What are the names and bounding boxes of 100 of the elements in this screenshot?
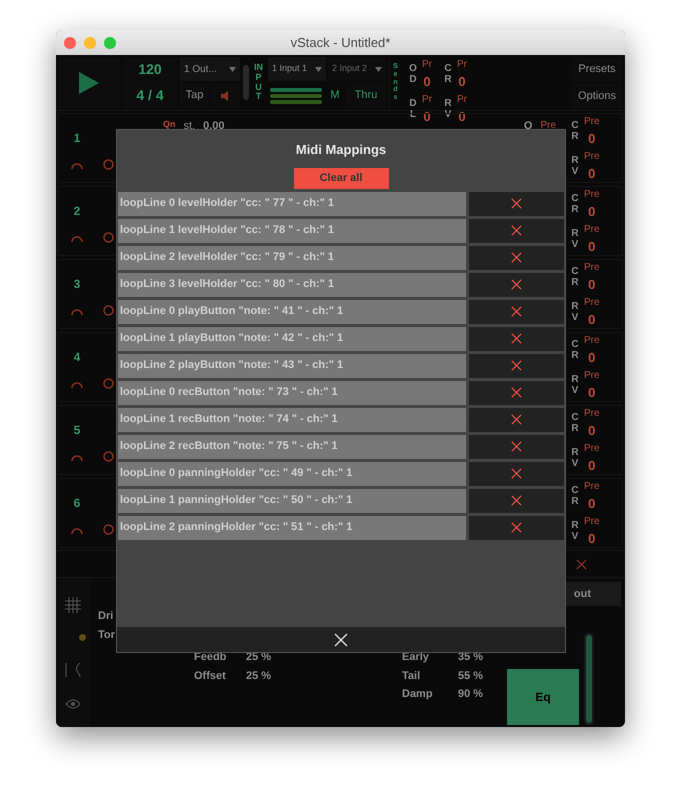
close-window-button[interactable] [64, 36, 76, 48]
x-icon [511, 441, 522, 452]
mapping-cell: loopLine 0 recButton "note: " 73 " - ch:" 1 [118, 380, 466, 404]
pre-label: Pre [540, 119, 556, 133]
close-icon [334, 632, 348, 646]
mapping-cell: loopLine 3 levelHolder "cc: " 80 " - ch:" 1 [118, 272, 466, 296]
delete-button[interactable] [469, 272, 564, 296]
pre-label: Pre [584, 296, 600, 310]
arc-icon [70, 307, 84, 316]
minimize-window-button[interactable] [84, 36, 96, 48]
pre-label: Pre [584, 261, 600, 275]
x-icon [511, 306, 522, 317]
output-label: O [524, 119, 532, 134]
send-value: 0 [588, 130, 596, 148]
delete-button[interactable] [469, 434, 564, 458]
pre-label: Pre [584, 188, 600, 202]
track-number: 4 [72, 348, 82, 366]
pre-label: Pr [457, 58, 467, 72]
delete-button[interactable] [469, 218, 564, 242]
mapping-cell: loopLine 2 recButton "note: " 75 " - ch:" 1 [118, 434, 466, 458]
send-value: 0 [423, 73, 431, 91]
send-label: OD [408, 63, 418, 86]
zoom-window-button[interactable] [104, 36, 116, 48]
caret-icon [375, 66, 382, 72]
clear-all-button[interactable]: Clear all [294, 168, 388, 188]
send-value: 0 [588, 495, 596, 513]
circle-icon [102, 524, 114, 535]
x-icon [511, 468, 522, 479]
pre-label: Pre [584, 334, 600, 348]
eq-button[interactable]: Eq [507, 669, 579, 725]
send-label: CR [443, 63, 453, 86]
track-number: 5 [72, 422, 82, 438]
tempo-value[interactable]: 120 [138, 59, 162, 80]
grid-icon[interactable] [64, 596, 82, 614]
send-value: 0 [588, 456, 596, 474]
arc-icon [70, 380, 84, 389]
mapping-cell: loopLine 1 recButton "note: " 74 " - ch:" 1 [118, 408, 466, 432]
eye-icon[interactable] [65, 699, 81, 709]
send-label: CR [570, 266, 580, 288]
send-label: RV [570, 520, 580, 542]
send-value: 0 [588, 310, 596, 328]
path-icon[interactable] [64, 661, 82, 679]
arc-icon [70, 161, 84, 170]
delete-button[interactable] [469, 462, 564, 486]
arc-icon [70, 234, 84, 243]
param-value[interactable]: 55 % [458, 668, 484, 684]
pre-label: Pre [584, 407, 600, 421]
arc-icon [70, 526, 84, 535]
mapping-cell: loopLine 1 levelHolder "cc: " 78 " - ch:" 1 [118, 218, 466, 242]
delete-button[interactable] [469, 192, 564, 216]
delete-button[interactable] [469, 300, 564, 324]
delete-button[interactable] [469, 354, 564, 378]
window-title: vStack - Untitled* [290, 34, 392, 52]
x-icon [511, 225, 522, 236]
circle-icon [102, 159, 114, 170]
pre-label: Pr [422, 58, 432, 72]
time-signature[interactable]: 4 / 4 [136, 84, 164, 106]
delete-button[interactable] [469, 326, 564, 350]
mapping-cell: loopLine 2 levelHolder "cc: " 79 " - ch:" 1 [118, 246, 466, 270]
x-icon [511, 522, 522, 533]
track-number: 2 [72, 202, 82, 220]
quantize-label[interactable]: Qn [163, 118, 176, 132]
caret-icon [315, 66, 322, 72]
x-icon [511, 279, 522, 290]
delete-button[interactable] [469, 380, 564, 404]
param-label: Tail [402, 668, 422, 684]
delete-button[interactable] [469, 246, 564, 270]
param-value[interactable]: 90 % [458, 686, 484, 702]
track-number: 3 [72, 276, 82, 292]
send-label: CR [570, 193, 580, 216]
x-icon [511, 495, 522, 506]
track-number: 6 [72, 494, 82, 512]
delete-button[interactable] [469, 408, 564, 432]
pre-label: Pre [584, 514, 600, 528]
send-value: 0 [588, 384, 596, 402]
send-value: 0 [588, 276, 596, 294]
clear-icon [576, 558, 587, 570]
dialog-title: Midi Mappings [294, 141, 388, 159]
monitor-button[interactable]: M [326, 83, 344, 108]
delete-button[interactable] [469, 488, 564, 512]
output-dropdown[interactable]: 1 Out... [180, 57, 240, 81]
mapping-cell: loopLine 2 panningHolder "cc: " 51 " - ch:" 1 [118, 516, 466, 540]
input-label: INPUT [254, 62, 263, 102]
send-label: CR [570, 339, 580, 362]
param-label: Damp [402, 687, 434, 702]
pre-label: Pr [422, 92, 432, 106]
circle-icon [102, 378, 114, 389]
circle-icon [102, 232, 114, 243]
send-label: CR [570, 485, 580, 508]
x-icon [511, 360, 522, 371]
send-label: RV [570, 300, 580, 323]
input-dropdown[interactable]: 1 Input 1 [268, 57, 326, 81]
pre-label: Pre [584, 222, 600, 236]
caret-icon [229, 66, 236, 72]
x-icon [511, 333, 522, 344]
x-icon [511, 198, 522, 209]
param-value[interactable]: 25 % [246, 668, 272, 684]
close-button[interactable] [117, 627, 565, 652]
delete-button[interactable] [469, 516, 564, 540]
start-label: st. [184, 119, 196, 134]
